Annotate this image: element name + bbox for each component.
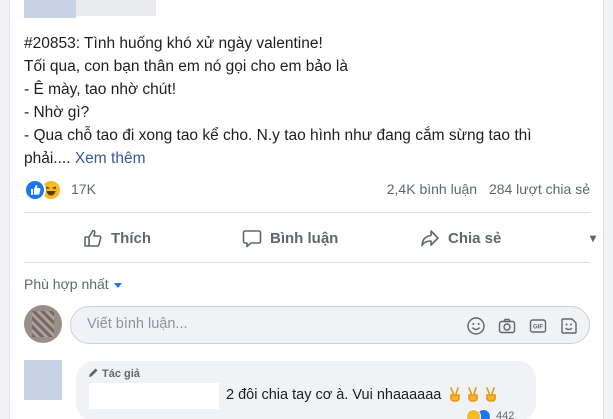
post-line: #20853: Tình huống khó xử ngày valentine… <box>24 35 323 52</box>
commenter-name-redacted <box>89 383 219 409</box>
comment-text: 2 đôi chia tay cơ à. Vui nhaaaaaa <box>226 386 499 403</box>
share-arrow-icon <box>421 230 439 247</box>
divider <box>24 212 590 213</box>
post-stats: 17K 2,4K bình luận 284 lượt chia sẻ <box>24 178 590 201</box>
like-button[interactable]: Thích <box>82 218 151 258</box>
post-line: - Ê mày, tao nhờ chút! <box>24 81 177 98</box>
comment-count-link[interactable]: 2,4K bình luận <box>387 181 477 197</box>
share-count-link[interactable]: 284 lượt chia sẻ <box>489 181 590 197</box>
see-more-link[interactable]: Xem thêm <box>75 150 146 167</box>
sort-label: Phù hợp nhất <box>24 276 109 292</box>
reaction-count: 17K <box>71 181 96 197</box>
caret-down-icon <box>113 282 122 288</box>
victory-hand-emoji-icon <box>450 387 461 402</box>
top-comment: Tác giả 2 đôi chia tay cơ à. Vui nhaaaaa… <box>76 361 536 419</box>
divider <box>24 262 590 263</box>
author-badge-label: Tác giả <box>102 368 140 380</box>
post-card: #20853: Tình huống khó xử ngày valentine… <box>9 0 604 419</box>
post-line: phải.... Xem thêm <box>24 147 592 170</box>
comment-tools: GIF <box>455 316 579 336</box>
share-dropdown-icon[interactable]: ▾ <box>590 218 596 258</box>
post-text: #20853: Tình huống khó xử ngày valentine… <box>24 32 592 170</box>
svg-text:GIF: GIF <box>533 325 543 331</box>
like-label: Thích <box>111 229 151 247</box>
like-reaction-icon <box>24 179 46 201</box>
current-user-avatar[interactable] <box>24 305 62 343</box>
comment-bubble-icon <box>242 230 262 248</box>
post-line-last: phải.... <box>24 150 71 167</box>
comment-label: Bình luận <box>270 229 339 247</box>
comment-reaction-count: 442 <box>496 410 515 419</box>
share-button[interactable]: Chia sẻ <box>419 218 501 258</box>
comment-input[interactable] <box>85 315 429 333</box>
action-bar: Thích Bình luận Chia sẻ ▾ <box>24 218 596 258</box>
pencil-icon <box>89 368 98 377</box>
post-line: - Qua chỗ tao đi xong tao kể cho. N.y ta… <box>24 127 532 144</box>
comment-button[interactable]: Bình luận <box>241 218 338 258</box>
camera-icon[interactable] <box>497 316 517 336</box>
victory-hand-emoji-icon <box>468 387 479 402</box>
commenter-avatar[interactable] <box>24 360 62 400</box>
author-badge: Tác giả <box>88 367 140 380</box>
post-line: - Nhờ gì? <box>24 104 90 121</box>
thumbs-up-icon <box>84 229 102 247</box>
comment-box[interactable]: GIF <box>70 306 590 344</box>
comment-body: 2 đôi chia tay cơ à. Vui nhaaaaaa <box>226 387 442 403</box>
share-label: Chia sẻ <box>448 229 502 247</box>
haha-reaction-icon <box>466 409 481 419</box>
post-line: Tối qua, con bạn thân em nó gọi cho em b… <box>24 58 348 75</box>
poster-avatar[interactable] <box>24 0 76 18</box>
emoji-icon[interactable] <box>466 316 486 336</box>
stats-right: 2,4K bình luận 284 lượt chia sẻ <box>379 181 590 197</box>
comment-sort-dropdown[interactable]: Phù hợp nhất <box>24 276 122 292</box>
victory-hand-emoji-icon <box>486 387 497 402</box>
gif-icon[interactable]: GIF <box>528 316 548 336</box>
sticker-icon[interactable] <box>559 316 579 336</box>
poster-name-redacted <box>76 0 156 16</box>
